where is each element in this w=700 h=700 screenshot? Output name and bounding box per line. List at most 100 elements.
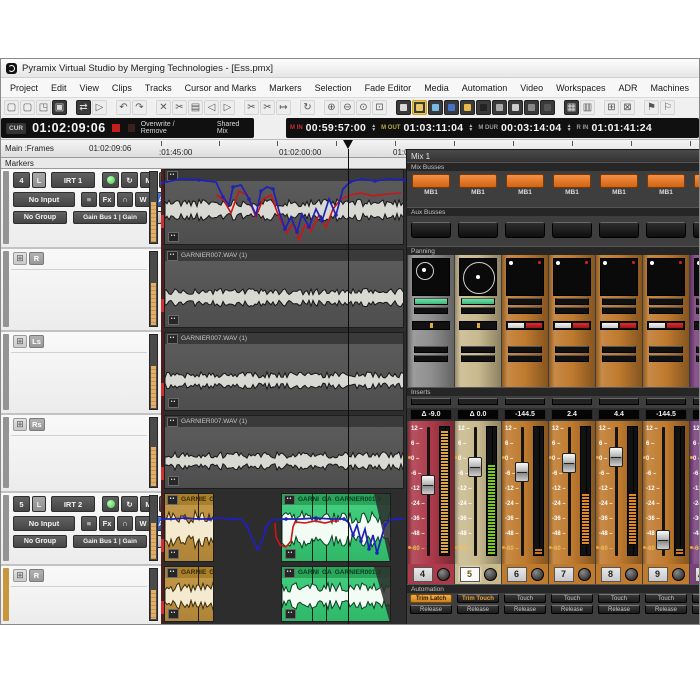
track-lane-1[interactable]: ••GARNIER007.WAV (1)•• bbox=[161, 249, 406, 330]
monitoring-button[interactable]: ∩ bbox=[117, 516, 133, 531]
snap-icon[interactable]: ▥ bbox=[580, 100, 595, 115]
gain-value-display[interactable]: -144.5 bbox=[692, 409, 700, 420]
aux-bus-button[interactable] bbox=[599, 222, 639, 238]
pan-bar-a[interactable] bbox=[649, 298, 683, 305]
pan-slider[interactable] bbox=[553, 321, 591, 330]
insert-slot[interactable] bbox=[458, 398, 498, 405]
automation-mode-button[interactable]: Touch bbox=[598, 594, 640, 603]
pan-bar-c[interactable] bbox=[461, 346, 495, 353]
view-editor-icon[interactable] bbox=[412, 100, 427, 115]
strip-knob-button[interactable] bbox=[578, 568, 591, 581]
expand-track-button[interactable]: ⊞ bbox=[13, 252, 27, 265]
effects-button[interactable]: Fx bbox=[99, 516, 115, 531]
render-icon[interactable]: ⇄ bbox=[76, 100, 91, 115]
track-lane-5[interactable]: ••GARNIEGARN••••GARNIGAGARNIER001.V•• bbox=[161, 566, 406, 624]
gain-value-display[interactable]: Δ -9.0 bbox=[410, 409, 452, 420]
pan-slider[interactable] bbox=[506, 321, 544, 330]
ripple-icon[interactable]: ↦ bbox=[276, 100, 291, 115]
paste-left-icon[interactable]: ◁ bbox=[204, 100, 219, 115]
clip-group-icon[interactable]: •• bbox=[285, 609, 296, 619]
automation-mode-button[interactable]: Touch bbox=[551, 594, 593, 603]
menu-machines[interactable]: Machines bbox=[650, 83, 689, 93]
gain-bus-button[interactable]: Gain Bus 1 | Gain bbox=[73, 535, 147, 548]
pan-field[interactable] bbox=[694, 258, 700, 296]
monitor-button[interactable]: ↻ bbox=[121, 496, 138, 512]
input-select-button[interactable]: No Input bbox=[13, 516, 75, 531]
insert-slot[interactable] bbox=[599, 398, 639, 405]
view-overview-icon[interactable] bbox=[396, 100, 411, 115]
spinner-icon[interactable]: ▲▼ bbox=[468, 124, 473, 132]
track-name-button[interactable]: IRT 1 bbox=[51, 172, 95, 188]
group-select-button[interactable]: No Group bbox=[13, 535, 67, 548]
redo-icon[interactable]: ↷ bbox=[132, 100, 147, 115]
menu-automation[interactable]: Automation bbox=[462, 83, 508, 93]
clip-group-icon[interactable]: •• bbox=[167, 568, 178, 578]
pan-bar-c[interactable] bbox=[602, 346, 636, 353]
gain-value-display[interactable]: -144.5 bbox=[504, 409, 546, 420]
clip-group-icon[interactable]: •• bbox=[284, 568, 295, 578]
pan-bar-b[interactable] bbox=[696, 307, 700, 314]
view-automation-icon[interactable] bbox=[524, 100, 539, 115]
ungroup-icon[interactable]: ⊠ bbox=[620, 100, 635, 115]
strip-number[interactable]: 9 bbox=[648, 567, 668, 582]
pan-slider[interactable] bbox=[459, 321, 497, 330]
title-bar[interactable]: Pyramix Virtual Studio by Merging Techno… bbox=[1, 59, 699, 78]
clip-group-icon[interactable]: •• bbox=[167, 334, 178, 344]
monitor-button[interactable]: ↻ bbox=[121, 172, 138, 188]
edit-mode-label[interactable]: Overwrite / Remove bbox=[141, 121, 197, 135]
fader-knob[interactable] bbox=[421, 475, 435, 495]
channel-badge[interactable]: L bbox=[32, 496, 46, 512]
mix-mode-label[interactable]: Shared Mix bbox=[217, 121, 249, 135]
pan-field[interactable] bbox=[647, 258, 685, 296]
gain-value-display[interactable]: 2.4 bbox=[551, 409, 593, 420]
pan-bar-b[interactable] bbox=[649, 307, 683, 314]
automation-mode-button[interactable]: Touch bbox=[692, 594, 700, 603]
fader-knob[interactable] bbox=[656, 530, 670, 550]
gain-value-display[interactable]: 4.4 bbox=[598, 409, 640, 420]
pan-bar-d[interactable] bbox=[696, 355, 700, 362]
pan-bar-b[interactable] bbox=[555, 307, 589, 314]
strip-knob-button[interactable] bbox=[484, 568, 497, 581]
strip-number[interactable]: 5 bbox=[460, 567, 480, 582]
pan-bar-b[interactable] bbox=[461, 307, 495, 314]
insert-slot[interactable] bbox=[646, 398, 686, 405]
track-header-ch-rs-3[interactable]: ⊞Rs bbox=[1, 415, 161, 493]
automation-mode-button[interactable]: Touch bbox=[504, 594, 546, 603]
track-lane-0[interactable]: •••• bbox=[161, 169, 406, 247]
open-icon[interactable]: ◳ bbox=[36, 100, 51, 115]
new-document-icon[interactable]: ▢ bbox=[20, 100, 35, 115]
track-header-ch-ls-2[interactable]: ⊞Ls bbox=[1, 332, 161, 415]
zoom-out-icon[interactable]: ⊖ bbox=[340, 100, 355, 115]
grid-icon[interactable]: ▦ bbox=[564, 100, 579, 115]
pan-field[interactable] bbox=[412, 258, 450, 296]
track-header-irt-2[interactable]: 5LIRT 2↻MSNo Input≡Fx∩WANo GroupGain Bus… bbox=[1, 493, 161, 566]
aux-bus-button[interactable] bbox=[693, 222, 700, 238]
delete-icon[interactable]: ✕ bbox=[156, 100, 171, 115]
automation-release-button[interactable]: Release bbox=[410, 605, 452, 614]
clip-group-icon[interactable]: •• bbox=[168, 398, 179, 408]
view-tracks-icon[interactable] bbox=[508, 100, 523, 115]
pan-bar-a[interactable] bbox=[602, 298, 636, 305]
mark-time-r-in[interactable]: 01:01:41:24 bbox=[592, 122, 653, 134]
automation-curve[interactable] bbox=[161, 493, 406, 564]
fader-knob[interactable] bbox=[515, 462, 529, 482]
mark-time-m-out[interactable]: 01:03:11:04 bbox=[403, 122, 463, 134]
pan-bar-a[interactable] bbox=[414, 298, 448, 305]
menu-video[interactable]: Video bbox=[520, 83, 543, 93]
trim-head-icon[interactable]: ✂ bbox=[244, 100, 259, 115]
automation-mode-button[interactable]: Trim Touch bbox=[457, 594, 499, 603]
audio-clip[interactable]: ••GARNIGAGARNIER001.V•• bbox=[281, 566, 391, 622]
aux-bus-button[interactable] bbox=[458, 222, 498, 238]
strip-number[interactable]: 7 bbox=[554, 567, 574, 582]
menu-tracks[interactable]: Tracks bbox=[145, 83, 172, 93]
automation-release-button[interactable]: Release bbox=[457, 605, 499, 614]
track-lane-3[interactable]: ••GARNIER007.WAV (1)•• bbox=[161, 415, 406, 491]
mix-bus-button[interactable] bbox=[459, 174, 497, 188]
insert-slot[interactable] bbox=[505, 398, 545, 405]
track-header-ch-r-5[interactable]: ⊞R bbox=[1, 566, 161, 625]
menu-fade-editor[interactable]: Fade Editor bbox=[365, 83, 412, 93]
copy-icon[interactable]: ▤ bbox=[188, 100, 203, 115]
pan-field[interactable] bbox=[600, 258, 638, 296]
insert-slot[interactable] bbox=[411, 398, 451, 405]
pan-bar-d[interactable] bbox=[461, 355, 495, 362]
